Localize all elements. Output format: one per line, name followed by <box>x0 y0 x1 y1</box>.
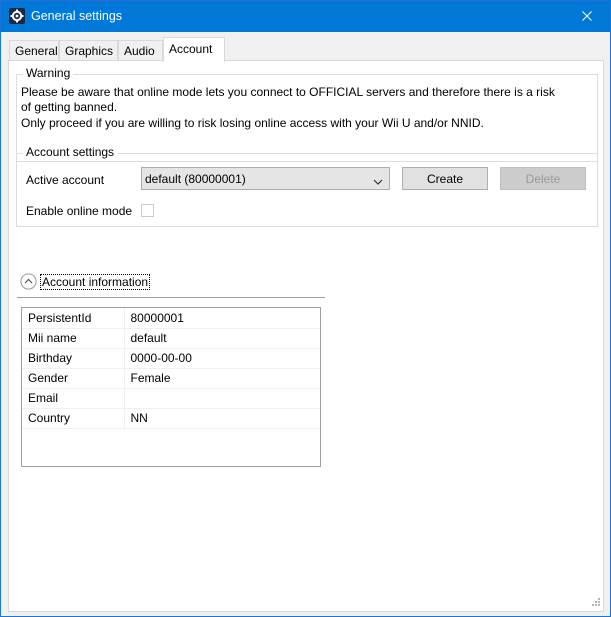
table-row[interactable]: Email <box>22 388 320 409</box>
account-tab-panel: Warning Please be aware that online mode… <box>8 60 604 612</box>
resize-grip[interactable] <box>589 597 601 609</box>
warning-text-line-1: Please be aware that online mode lets yo… <box>21 85 555 99</box>
account-info-title[interactable]: Account information <box>40 274 151 290</box>
delete-button-label: Delete <box>525 172 561 186</box>
active-account-select[interactable]: default (80000001) <box>141 167 390 190</box>
account-info-table[interactable]: PersistentId 80000001 Mii name default Birth… <box>21 307 321 467</box>
tab-audio[interactable]: Audio <box>118 40 163 61</box>
gear-icon <box>9 8 25 24</box>
info-key-cell: Birthday <box>22 348 125 369</box>
create-button[interactable]: Create <box>402 167 488 190</box>
delete-button[interactable]: Delete <box>500 167 586 190</box>
account-settings-group: Account settings Active account default … <box>16 145 598 227</box>
info-value-cell: Female <box>124 368 320 389</box>
account-info-divider <box>17 297 325 298</box>
table-row[interactable]: Birthday 0000-00-00 <box>22 348 320 369</box>
tab-graphics[interactable]: Graphics <box>59 40 118 61</box>
close-button[interactable] <box>564 1 610 32</box>
warning-group-title: Warning <box>23 66 74 80</box>
title-bar[interactable]: General settings <box>1 1 610 32</box>
window-title: General settings <box>31 9 123 23</box>
account-settings-group-title: Account settings <box>23 145 118 159</box>
table-row[interactable]: Mii name default <box>22 328 320 349</box>
create-button-label: Create <box>426 172 464 186</box>
tab-general-label: General <box>15 44 58 58</box>
window-client-area: General Graphics Audio Account Warning P… <box>1 32 610 616</box>
close-icon <box>582 10 592 24</box>
chevron-down-icon <box>373 175 383 185</box>
online-mode-label: Enable online mode <box>26 204 133 218</box>
info-key-cell: Gender <box>22 368 125 389</box>
tab-audio-label: Audio <box>124 44 155 58</box>
info-key-cell: Email <box>22 388 125 409</box>
settings-window: General settings General Graphics Audio … <box>0 0 611 617</box>
info-value-cell: NN <box>124 408 320 429</box>
tab-account-label: Account <box>169 42 213 56</box>
warning-text-line-3: Only proceed if you are willing to risk … <box>21 116 484 130</box>
info-value-cell: 80000001 <box>124 308 320 329</box>
info-value-cell <box>124 388 320 409</box>
info-key-cell: PersistentId <box>22 308 125 329</box>
tab-general[interactable]: General <box>9 40 59 61</box>
table-row[interactable]: PersistentId 80000001 <box>22 308 320 329</box>
active-account-value: default (80000001) <box>145 172 246 186</box>
info-key-cell: Mii name <box>22 328 125 349</box>
info-value-cell: 0000-00-00 <box>124 348 320 369</box>
online-mode-checkbox[interactable] <box>141 204 154 217</box>
tab-graphics-label: Graphics <box>65 44 114 58</box>
tab-account[interactable]: Account <box>163 37 225 62</box>
active-account-label: Active account <box>26 173 105 187</box>
info-value-cell: default <box>124 328 320 349</box>
chevron-up-circle-icon[interactable] <box>20 273 37 290</box>
warning-text-line-2: of getting banned. <box>21 100 118 114</box>
table-row[interactable]: Gender Female <box>22 368 320 389</box>
info-key-cell: Country <box>22 408 125 429</box>
table-row[interactable]: Country NN <box>22 408 320 429</box>
